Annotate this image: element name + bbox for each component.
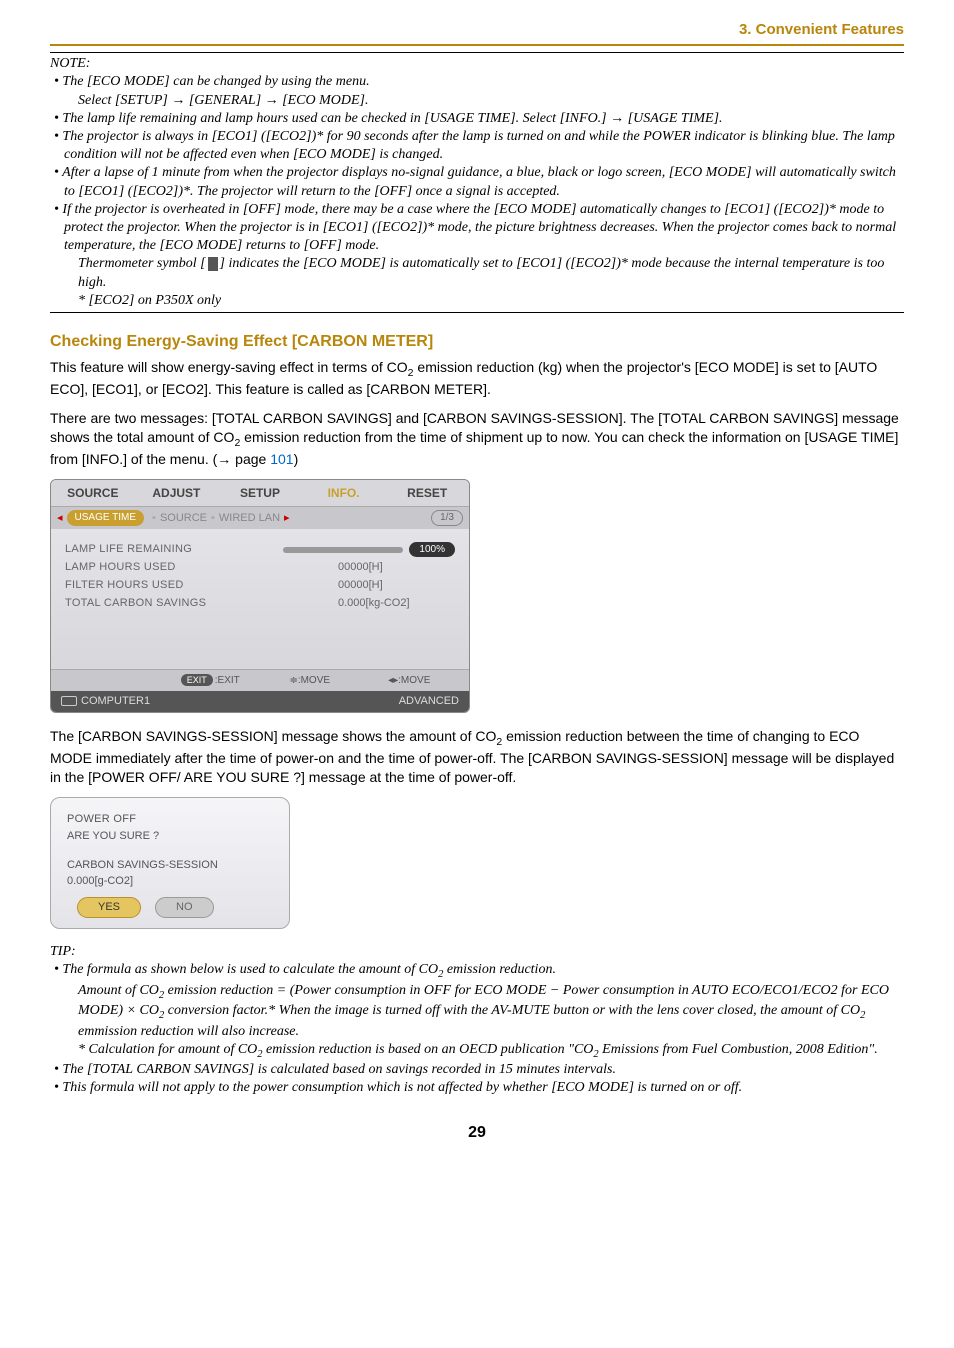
dot-icon: ▪ bbox=[152, 511, 156, 526]
note-subtext: Select [SETUP] → [GENERAL] → [ECO MODE]. bbox=[64, 92, 904, 110]
osd-tab-setup: SETUP bbox=[218, 480, 302, 506]
carbon-p2: There are two messages: [TOTAL CARBON SA… bbox=[50, 409, 904, 469]
osd-tabs: SOURCE ADJUST SETUP INFO. RESET bbox=[51, 480, 469, 507]
note-item: The [ECO MODE] can be changed by using t… bbox=[50, 73, 904, 109]
page-indicator: 1/3 bbox=[431, 510, 463, 526]
note-text: If the projector is overheated in [OFF] … bbox=[62, 202, 896, 253]
tip-label: TIP: bbox=[50, 943, 904, 961]
tip-item: The formula as shown below is used to ca… bbox=[50, 961, 904, 1061]
power-off-dialog: POWER OFF ARE YOU SURE ? CARBON SAVINGS-… bbox=[50, 797, 290, 929]
carbon-savings-value: 0.000[kg-CO2] bbox=[338, 596, 455, 611]
therm-pre: Thermometer symbol [ bbox=[78, 256, 206, 271]
osd-source-indicator: COMPUTER1 bbox=[61, 694, 150, 709]
dot-icon: ▪ bbox=[211, 511, 215, 526]
filter-hours-label: FILTER HOURS USED bbox=[65, 578, 280, 593]
note-text: The [ECO MODE] can be changed by using t… bbox=[62, 74, 369, 89]
txt: Emissions from Fuel Combustion, 2008 Edi… bbox=[599, 1042, 878, 1057]
txt: COMPUTER1 bbox=[81, 695, 150, 707]
carbon-p1: This feature will show energy-saving eff… bbox=[50, 358, 904, 399]
osd-advanced-label: ADVANCED bbox=[399, 694, 459, 709]
footer-exit: EXIT:EXIT bbox=[161, 674, 261, 688]
footer-move-ud: ≑:MOVE bbox=[260, 674, 360, 688]
tip-formula: Amount of CO2 emission reduction = (Powe… bbox=[64, 982, 904, 1041]
txt: ) bbox=[294, 451, 299, 467]
osd-screenshot: SOURCE ADJUST SETUP INFO. RESET ◂ USAGE … bbox=[50, 479, 470, 713]
yes-button: YES bbox=[77, 897, 141, 918]
tip-footnote: * Calculation for amount of CO2 emission… bbox=[64, 1041, 904, 1061]
subtab-wired-lan: WIRED LAN bbox=[219, 511, 280, 526]
page-number: 29 bbox=[50, 1122, 904, 1144]
footer-move-lr: ◂▸:MOVE bbox=[360, 674, 460, 688]
note-item: The projector is always in [ECO1] ([ECO2… bbox=[50, 128, 904, 164]
osd-body: LAMP LIFE REMAINING 100% LAMP HOURS USED… bbox=[51, 529, 469, 669]
note-item: If the projector is overheated in [OFF] … bbox=[50, 201, 904, 310]
note-item: The lamp life remaining and lamp hours u… bbox=[50, 110, 904, 128]
progress-bar bbox=[283, 547, 403, 553]
lamp-hours-value: 00000[H] bbox=[338, 560, 455, 575]
txt: emmission reduction will also increase. bbox=[78, 1024, 299, 1039]
txt: Amount of CO bbox=[78, 983, 159, 998]
txt: emission reduction is based on an OECD p… bbox=[263, 1042, 594, 1057]
note-item: After a lapse of 1 minute from when the … bbox=[50, 164, 904, 200]
dialog-title: POWER OFF bbox=[67, 812, 273, 827]
txt: This feature will show energy-saving eff… bbox=[50, 359, 408, 375]
carbon-p3: The [CARBON SAVINGS-SESSION] message sho… bbox=[50, 727, 904, 787]
osd-tab-adjust: ADJUST bbox=[135, 480, 219, 506]
page-ref-link[interactable]: 101 bbox=[270, 451, 293, 467]
dialog-carbon-label: CARBON SAVINGS-SESSION bbox=[67, 858, 273, 873]
osd-bottom-bar: COMPUTER1 ADVANCED bbox=[51, 691, 469, 712]
no-button: NO bbox=[155, 897, 214, 918]
arrow-left-icon: ◂ bbox=[57, 511, 63, 526]
txt: The [CARBON SAVINGS-SESSION] message sho… bbox=[50, 728, 496, 744]
note-block: NOTE: The [ECO MODE] can be changed by u… bbox=[50, 52, 904, 313]
arrow-right-icon: ▸ bbox=[284, 511, 290, 526]
lamp-hours-label: LAMP HOURS USED bbox=[65, 560, 280, 575]
note-thermometer-line: Thermometer symbol [] indicates the [ECO… bbox=[64, 255, 904, 291]
note-label: NOTE: bbox=[50, 55, 904, 73]
source-icon bbox=[61, 696, 77, 706]
dialog-subtitle: ARE YOU SURE ? bbox=[67, 829, 273, 844]
osd-tab-info: INFO. bbox=[302, 480, 386, 506]
osd-footer: EXIT:EXIT ≑:MOVE ◂▸:MOVE bbox=[51, 669, 469, 692]
subtab-source: SOURCE bbox=[160, 511, 207, 526]
note-footnote: * [ECO2] on P350X only bbox=[64, 292, 904, 310]
carbon-meter-heading: Checking Energy-Saving Effect [CARBON ME… bbox=[50, 331, 904, 353]
tip-item: The [TOTAL CARBON SAVINGS] is calculated… bbox=[50, 1061, 904, 1079]
subtab-usage-time: USAGE TIME bbox=[67, 510, 145, 526]
tip-block: TIP: The formula as shown below is used … bbox=[50, 943, 904, 1098]
osd-subtabs: ◂ USAGE TIME ▪ SOURCE ▪ WIRED LAN ▸ 1/3 bbox=[51, 507, 469, 529]
osd-tab-source: SOURCE bbox=[51, 480, 135, 506]
lamp-life-label: LAMP LIFE REMAINING bbox=[65, 542, 280, 558]
exit-pill-icon: EXIT bbox=[181, 674, 213, 686]
osd-tab-reset: RESET bbox=[385, 480, 469, 506]
txt: conversion factor.* When the image is tu… bbox=[164, 1003, 860, 1018]
txt: emission reduction. bbox=[443, 962, 556, 977]
txt: * Calculation for amount of CO bbox=[78, 1042, 257, 1057]
tip-item: This formula will not apply to the power… bbox=[50, 1079, 904, 1097]
thermometer-icon bbox=[208, 257, 218, 271]
txt: The formula as shown below is used to ca… bbox=[62, 962, 438, 977]
txt: :EXIT bbox=[215, 675, 240, 686]
section-header: 3. Convenient Features bbox=[50, 20, 904, 46]
lamp-life-progress: 100% bbox=[283, 542, 455, 558]
dialog-carbon-value: 0.000[g-CO2] bbox=[67, 874, 273, 889]
carbon-savings-label: TOTAL CARBON SAVINGS bbox=[65, 596, 280, 611]
progress-percent: 100% bbox=[409, 542, 455, 558]
filter-hours-value: 00000[H] bbox=[338, 578, 455, 593]
